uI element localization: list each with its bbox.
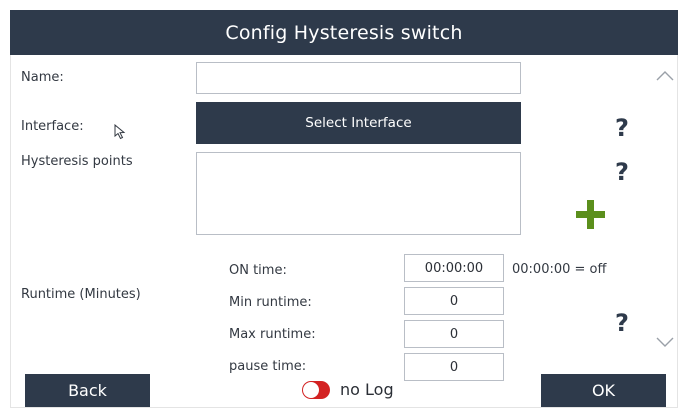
log-toggle[interactable]: [302, 381, 330, 399]
select-interface-button-label: Select Interface: [305, 115, 412, 131]
dialog-title: Config Hysteresis switch: [225, 21, 463, 44]
hysteresis-points-field[interactable]: [196, 152, 521, 235]
ok-button-label: OK: [591, 381, 616, 400]
hysteresis-help-icon[interactable]: ?: [615, 160, 629, 184]
pause-time-input[interactable]: 0: [404, 353, 504, 381]
min-runtime-label: Min runtime:: [229, 295, 312, 310]
max-runtime-label: Max runtime:: [229, 327, 316, 342]
min-runtime-input[interactable]: 0: [404, 287, 504, 315]
interface-label: Interface:: [21, 119, 84, 134]
name-label: Name:: [21, 70, 64, 85]
on-time-value: 00:00:00: [424, 260, 484, 276]
log-toggle-label: no Log: [340, 380, 394, 399]
dialog-title-bar: Config Hysteresis switch: [10, 10, 678, 55]
mouse-pointer-icon: [114, 124, 126, 140]
pause-time-label: pause time:: [229, 359, 307, 374]
max-runtime-input[interactable]: 0: [404, 320, 504, 348]
on-time-input[interactable]: 00:00:00: [404, 254, 504, 282]
min-runtime-value: 0: [449, 293, 459, 309]
on-time-label: ON time:: [229, 263, 287, 278]
max-runtime-value: 0: [449, 326, 459, 342]
chevron-down-icon[interactable]: [656, 336, 674, 348]
chevron-up-icon[interactable]: [656, 70, 674, 82]
pause-time-value: 0: [449, 359, 459, 375]
back-button[interactable]: Back: [25, 374, 150, 407]
plus-icon[interactable]: [576, 200, 605, 229]
ok-button[interactable]: OK: [541, 374, 666, 407]
log-toggle-knob: [303, 382, 319, 398]
name-input[interactable]: [196, 62, 521, 94]
runtime-label: Runtime (Minutes): [21, 287, 141, 302]
interface-help-icon[interactable]: ?: [615, 116, 629, 140]
hysteresis-points-label: Hysteresis points: [21, 154, 133, 169]
select-interface-button[interactable]: Select Interface: [196, 102, 521, 144]
back-button-label: Back: [68, 381, 107, 400]
on-time-hint: 00:00:00 = off: [512, 262, 607, 277]
runtime-help-icon[interactable]: ?: [615, 311, 629, 335]
